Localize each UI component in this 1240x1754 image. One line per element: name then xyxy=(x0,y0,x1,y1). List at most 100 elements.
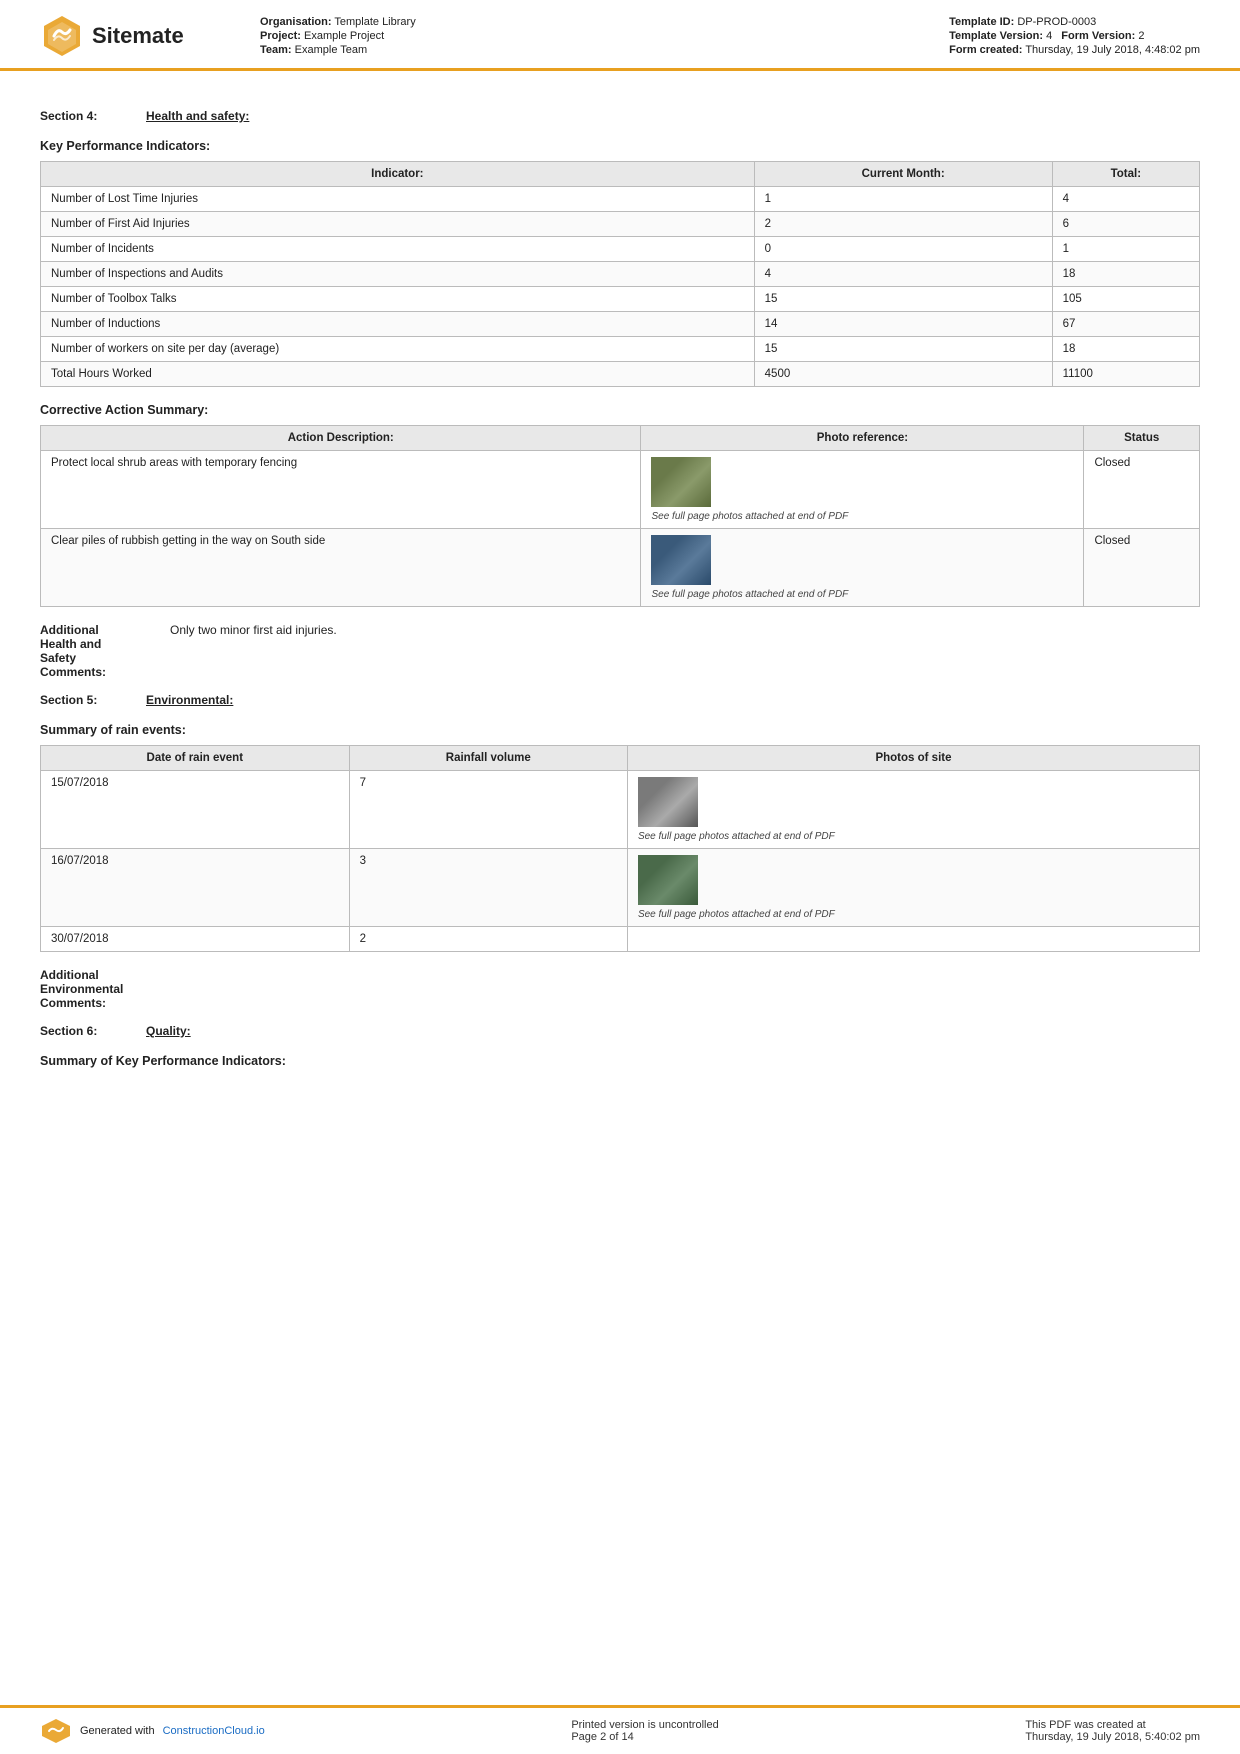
corrective-status: Closed xyxy=(1084,451,1200,529)
section4-label: Section 4: xyxy=(40,109,130,123)
footer-right-line2: Thursday, 19 July 2018, 5:40:02 pm xyxy=(1025,1731,1200,1743)
section6-name: Quality: xyxy=(146,1024,191,1038)
rain-heading: Summary of rain events: xyxy=(40,723,1200,737)
corrective-row: Protect local shrub areas with temporary… xyxy=(41,451,1200,529)
team-row: Team: Example Team xyxy=(260,44,416,56)
health-comments-label: Additional Health and Safety Comments: xyxy=(40,623,170,679)
corrective-heading: Corrective Action Summary: xyxy=(40,403,1200,417)
kpi-cell: 105 xyxy=(1052,287,1199,312)
footer-center-line2: Page 2 of 14 xyxy=(571,1731,718,1743)
photo-caption: See full page photos attached at end of … xyxy=(651,511,1073,522)
kpi-row: Number of First Aid Injuries26 xyxy=(41,212,1200,237)
env-comments-label: Additional Environmental Comments: xyxy=(40,968,170,1010)
footer-center: Printed version is uncontrolled Page 2 o… xyxy=(571,1719,718,1743)
footer-right-line1: This PDF was created at xyxy=(1025,1719,1200,1731)
footer-link[interactable]: ConstructionCloud.io xyxy=(163,1725,265,1737)
kpi-cell: 2 xyxy=(754,212,1052,237)
kpi-col-total: Total: xyxy=(1052,162,1199,187)
form-created-label: Form created: xyxy=(949,44,1022,56)
photo-thumbnail-shrub xyxy=(651,457,711,507)
kpi-row: Number of Lost Time Injuries14 xyxy=(41,187,1200,212)
team-value: Example Team xyxy=(295,44,368,56)
project-value: Example Project xyxy=(304,30,384,42)
section6-title: Section 6: Quality: xyxy=(40,1024,1200,1038)
template-version-value: 4 xyxy=(1046,30,1052,42)
form-version-value: 2 xyxy=(1138,30,1144,42)
rain-row: 16/07/20183See full page photos attached… xyxy=(41,849,1200,927)
template-id-label: Template ID: xyxy=(949,16,1014,28)
kpi-cell: 15 xyxy=(754,287,1052,312)
rain-volume: 7 xyxy=(349,771,627,849)
kpi-row: Number of Toolbox Talks15105 xyxy=(41,287,1200,312)
template-id-row: Template ID: DP-PROD-0003 xyxy=(949,16,1200,28)
corrective-photo-cell: See full page photos attached at end of … xyxy=(641,529,1084,607)
kpi-cell: 0 xyxy=(754,237,1052,262)
health-comments-value: Only two minor first aid injuries. xyxy=(170,623,337,679)
org-value: Template Library xyxy=(334,16,415,28)
rain-photo-cell: See full page photos attached at end of … xyxy=(627,771,1199,849)
section5-title: Section 5: Environmental: xyxy=(40,693,1200,707)
footer-right: This PDF was created at Thursday, 19 Jul… xyxy=(1025,1719,1200,1743)
corrective-description: Protect local shrub areas with temporary… xyxy=(41,451,641,529)
rain-col-date: Date of rain event xyxy=(41,746,350,771)
rain-volume: 2 xyxy=(349,927,627,952)
template-version-row: Template Version: 4 Form Version: 2 xyxy=(949,30,1200,42)
rain-col-volume: Rainfall volume xyxy=(349,746,627,771)
section5-label: Section 5: xyxy=(40,693,130,707)
kpi-cell: Number of First Aid Injuries xyxy=(41,212,755,237)
photo-thumbnail-rubbish xyxy=(651,535,711,585)
kpi-cell: 18 xyxy=(1052,337,1199,362)
rain-photo-cell xyxy=(627,927,1199,952)
kpi-row: Number of Inductions1467 xyxy=(41,312,1200,337)
kpi-cell: 1 xyxy=(754,187,1052,212)
org-label: Organisation: xyxy=(260,16,332,28)
kpi-cell: 15 xyxy=(754,337,1052,362)
section6-label: Section 6: xyxy=(40,1024,130,1038)
kpi-cell: 67 xyxy=(1052,312,1199,337)
kpi-cell: Number of Inspections and Audits xyxy=(41,262,755,287)
kpi-cell: 4 xyxy=(754,262,1052,287)
team-label: Team: xyxy=(260,44,292,56)
page: Sitemate Organisation: Template Library … xyxy=(0,0,1240,1754)
rain-date: 30/07/2018 xyxy=(41,927,350,952)
kpi-cell: Number of Toolbox Talks xyxy=(41,287,755,312)
kpi-col-indicator: Indicator: xyxy=(41,162,755,187)
kpi-cell: Number of workers on site per day (avera… xyxy=(41,337,755,362)
kpi-cell: 4 xyxy=(1052,187,1199,212)
section4-title: Section 4: Health and safety: xyxy=(40,109,1200,123)
rain-photo-cell: See full page photos attached at end of … xyxy=(627,849,1199,927)
kpi-cell: Number of Inductions xyxy=(41,312,755,337)
template-id-value: DP-PROD-0003 xyxy=(1017,16,1096,28)
kpi-cell: 14 xyxy=(754,312,1052,337)
rain-row: 30/07/20182 xyxy=(41,927,1200,952)
env-comments-block: Additional Environmental Comments: xyxy=(40,968,1200,1010)
rain-row: 15/07/20187See full page photos attached… xyxy=(41,771,1200,849)
kpi-row: Number of Inspections and Audits418 xyxy=(41,262,1200,287)
header: Sitemate Organisation: Template Library … xyxy=(0,0,1240,71)
kpi-cell: 1 xyxy=(1052,237,1199,262)
project-row: Project: Example Project xyxy=(260,30,416,42)
section5-name: Environmental: xyxy=(146,693,233,707)
footer-center-line1: Printed version is uncontrolled xyxy=(571,1719,718,1731)
form-created-value: Thursday, 19 July 2018, 4:48:02 pm xyxy=(1025,44,1200,56)
corrective-col-desc: Action Description: xyxy=(41,426,641,451)
corrective-photo-cell: See full page photos attached at end of … xyxy=(641,451,1084,529)
kpi-cell: 4500 xyxy=(754,362,1052,387)
kpi-row: Number of workers on site per day (avera… xyxy=(41,337,1200,362)
corrective-table: Action Description: Photo reference: Sta… xyxy=(40,425,1200,607)
kpi-table: Indicator: Current Month: Total: Number … xyxy=(40,161,1200,387)
rain-volume: 3 xyxy=(349,849,627,927)
section4-name: Health and safety: xyxy=(146,109,249,123)
kpi-cell: 11100 xyxy=(1052,362,1199,387)
project-label: Project: xyxy=(260,30,301,42)
corrective-status: Closed xyxy=(1084,529,1200,607)
rain-col-photos: Photos of site xyxy=(627,746,1199,771)
rain-photo-thumbnail xyxy=(638,777,698,827)
kpi-cell: 18 xyxy=(1052,262,1199,287)
health-comments-block: Additional Health and Safety Comments: O… xyxy=(40,623,1200,679)
kpi-row: Number of Incidents01 xyxy=(41,237,1200,262)
kpi-cell: Number of Lost Time Injuries xyxy=(41,187,755,212)
corrective-description: Clear piles of rubbish getting in the wa… xyxy=(41,529,641,607)
rain-photo-caption: See full page photos attached at end of … xyxy=(638,831,1189,842)
footer: Generated with ConstructionCloud.io Prin… xyxy=(0,1705,1240,1754)
